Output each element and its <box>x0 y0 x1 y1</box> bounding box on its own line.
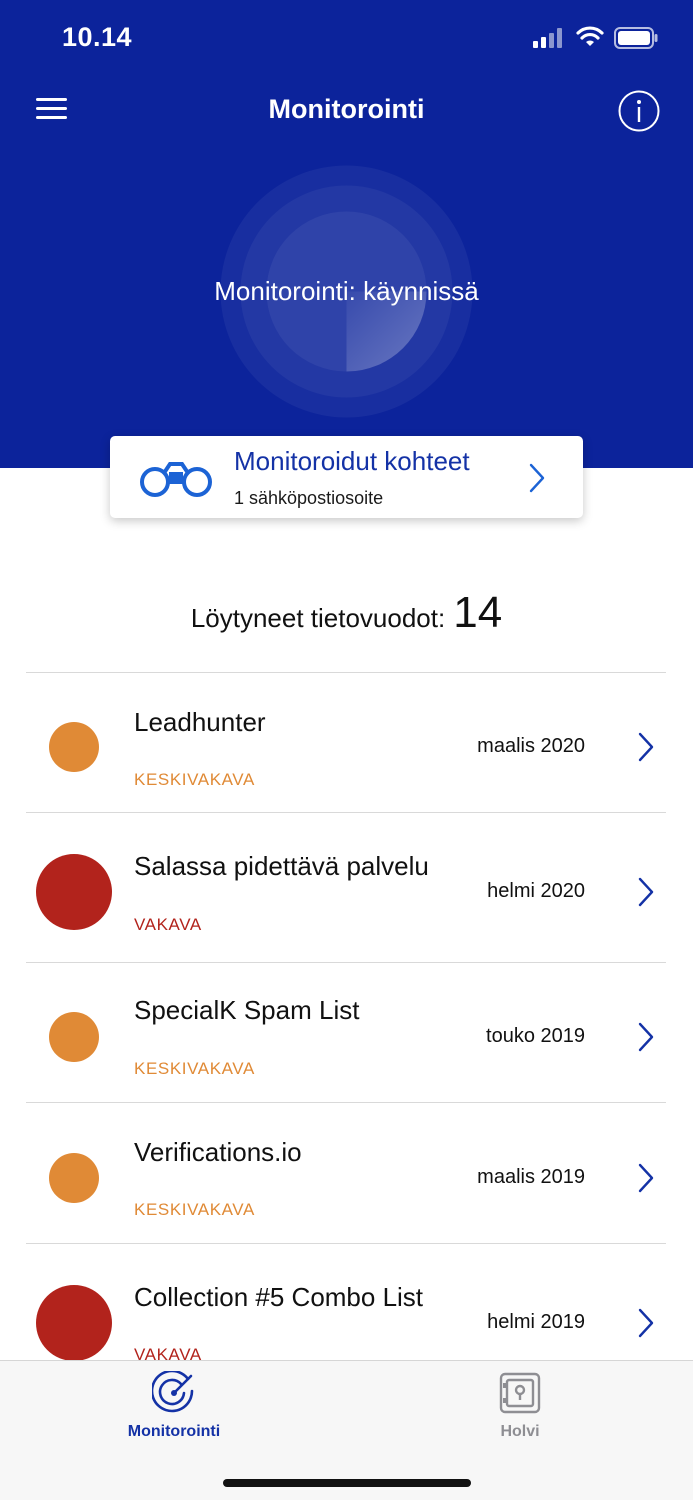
radar-icon <box>152 1371 194 1413</box>
chevron-right-icon <box>638 732 654 762</box>
tab-label: Holvi <box>500 1423 540 1440</box>
monitoring-status-text: Monitorointi: käynnissä <box>214 276 479 306</box>
breach-date: maalis 2019 <box>477 1166 585 1188</box>
nav-bar: Monitorointi <box>0 78 693 142</box>
severity-dot <box>49 1012 99 1062</box>
page-title: Monitorointi <box>268 94 425 124</box>
severity-dot <box>36 854 112 930</box>
monitored-targets-card[interactable]: Monitoroidut kohteet 1 sähköpostiosoite <box>110 436 583 518</box>
breach-date: helmi 2020 <box>487 880 585 902</box>
chevron-right-icon <box>638 1022 654 1052</box>
breach-date: maalis 2020 <box>477 735 585 757</box>
severity-dot <box>36 1285 112 1360</box>
vault-icon <box>499 1372 541 1414</box>
breach-list-item[interactable]: Verifications.io KESKIVAKAVA maalis 2019 <box>0 1103 693 1243</box>
info-icon[interactable] <box>618 90 660 132</box>
breach-list-item[interactable]: Leadhunter KESKIVAKAVA maalis 2020 <box>0 673 693 812</box>
binoculars-icon <box>140 462 212 497</box>
breach-list-item[interactable]: SpecialK Spam List KESKIVAKAVA touko 201… <box>0 963 693 1102</box>
home-indicator <box>223 1479 471 1487</box>
chevron-right-icon <box>529 463 545 493</box>
breach-name: SpecialK Spam List <box>134 995 360 1025</box>
chevron-right-icon <box>638 877 654 907</box>
breach-name: Leadhunter <box>134 707 266 737</box>
breach-count-label: Löytyneet tietovuodot: <box>190 603 446 633</box>
wifi-icon <box>576 26 604 46</box>
breach-date: helmi 2019 <box>487 1311 585 1333</box>
cellular-signal-icon <box>533 28 562 48</box>
monitored-targets-subtitle: 1 sähköpostiosoite <box>234 488 384 508</box>
breach-list-item[interactable]: Salassa pidettävä palvelu VAKAVA helmi 2… <box>0 813 693 962</box>
status-time: 10.14 <box>62 22 133 52</box>
breach-list-item[interactable]: Collection #5 Combo List VAKAVA helmi 20… <box>0 1244 693 1360</box>
breach-name: Salassa pidettävä palvelu <box>134 851 429 881</box>
breach-name: Verifications.io <box>134 1137 302 1167</box>
breach-severity: VAKAVA <box>134 915 202 934</box>
severity-dot <box>49 722 99 772</box>
chevron-right-icon <box>638 1163 654 1193</box>
breach-count-value: 14 <box>453 588 503 637</box>
breach-severity: VAKAVA <box>134 1345 202 1360</box>
tab-holvi[interactable]: Holvi <box>460 1361 580 1451</box>
status-bar: 10.14 <box>0 0 693 78</box>
breach-count: Löytyneet tietovuodot: 14 <box>0 588 693 642</box>
monitored-targets-title: Monitoroidut kohteet <box>234 446 470 476</box>
chevron-right-icon <box>638 1308 654 1338</box>
breach-name: Collection #5 Combo List <box>134 1282 424 1312</box>
battery-icon <box>614 27 658 49</box>
breach-severity: KESKIVAKAVA <box>134 1059 255 1078</box>
tab-label: Monitorointi <box>127 1423 221 1440</box>
hero-panel: 10.14 Monitorointi Monitorointi: käynnis… <box>0 0 693 468</box>
tab-monitorointi[interactable]: Monitorointi <box>104 1361 244 1451</box>
breach-severity: KESKIVAKAVA <box>134 770 255 789</box>
tab-bar: Monitorointi Holvi <box>0 1360 693 1500</box>
severity-dot <box>49 1153 99 1203</box>
breach-date: touko 2019 <box>486 1025 585 1047</box>
breach-severity: KESKIVAKAVA <box>134 1200 255 1219</box>
